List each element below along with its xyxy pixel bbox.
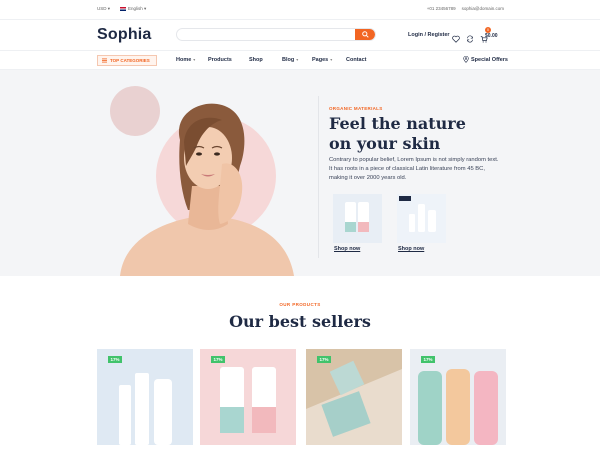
nav-contact[interactable]: Contact [346,57,366,63]
main-nav: TOP CATEGORIES Home ▾ Products Shop Blog ▾… [0,50,600,70]
product-card[interactable]: 17% [200,349,296,445]
shop-now-link[interactable]: Shop now [334,246,360,252]
wishlist-heart-icon[interactable] [452,35,460,43]
uk-flag-icon [120,6,127,11]
product-image [306,349,402,445]
location-pin-icon [463,56,469,63]
search-bar [176,28,376,41]
nav-pages[interactable]: Pages ▾ [312,57,346,63]
menu-icon [102,58,107,63]
phone-number: +01 23456789 [426,6,456,11]
chevron-down-icon: ▾ [330,57,333,62]
search-input[interactable] [177,35,357,40]
compare-icon[interactable] [466,35,474,43]
hero-eyebrow: ORGANIC MATERIALS [329,106,383,111]
language-select[interactable]: English ▾ [120,6,146,12]
product-thumbnail-bottles[interactable] [397,194,446,243]
search-button[interactable] [355,29,375,40]
discount-badge: 17% [317,356,331,363]
hero-banner: ORGANIC MATERIALS Feel the nature on you… [0,70,600,276]
chevron-down-icon: ▾ [193,57,196,62]
product-card[interactable]: 17% [97,349,193,445]
email-address[interactable]: sophia@domain.com [462,6,504,11]
header: Sophia Login / Register 0 $0.00 [0,20,600,50]
nav-home[interactable]: Home ▾ [176,57,208,63]
chevron-down-icon: ▾ [296,57,299,62]
discount-badge: 17% [211,356,225,363]
hero-divider [318,96,319,258]
section-eyebrow: OUR PRODUCTS [279,302,321,307]
product-card[interactable]: 17% [410,349,506,445]
model-portrait-image [120,103,294,276]
top-bar: USD ▾ English ▾ +01 23456789 sophia@doma… [0,0,600,20]
product-thumbnail-tubes[interactable] [333,194,382,243]
cart-total: $0.00 [485,33,498,39]
product-image [410,349,506,445]
special-offers-link[interactable]: Special Offers [463,56,508,63]
discount-badge: 17% [108,356,122,363]
product-card[interactable]: 17% [306,349,402,445]
login-register-link[interactable]: Login / Register [408,32,450,38]
product-image [97,349,193,445]
product-image [200,349,296,445]
nav-products[interactable]: Products [208,57,249,63]
hero-title: Feel the nature on your skin [329,114,466,153]
top-categories-button[interactable]: TOP CATEGORIES [97,55,157,66]
logo[interactable]: Sophia [97,26,152,44]
hero-description: Contrary to popular belief, Lorem Ipsum … [329,157,499,181]
discount-badge: 17% [421,356,435,363]
nav-blog[interactable]: Blog ▾ [282,57,312,63]
search-icon [361,31,369,38]
shop-now-link[interactable]: Shop now [398,246,424,252]
nav-shop[interactable]: Shop [249,57,282,63]
section-title: Our best sellers [229,312,371,331]
currency-select[interactable]: USD ▾ [97,6,110,12]
